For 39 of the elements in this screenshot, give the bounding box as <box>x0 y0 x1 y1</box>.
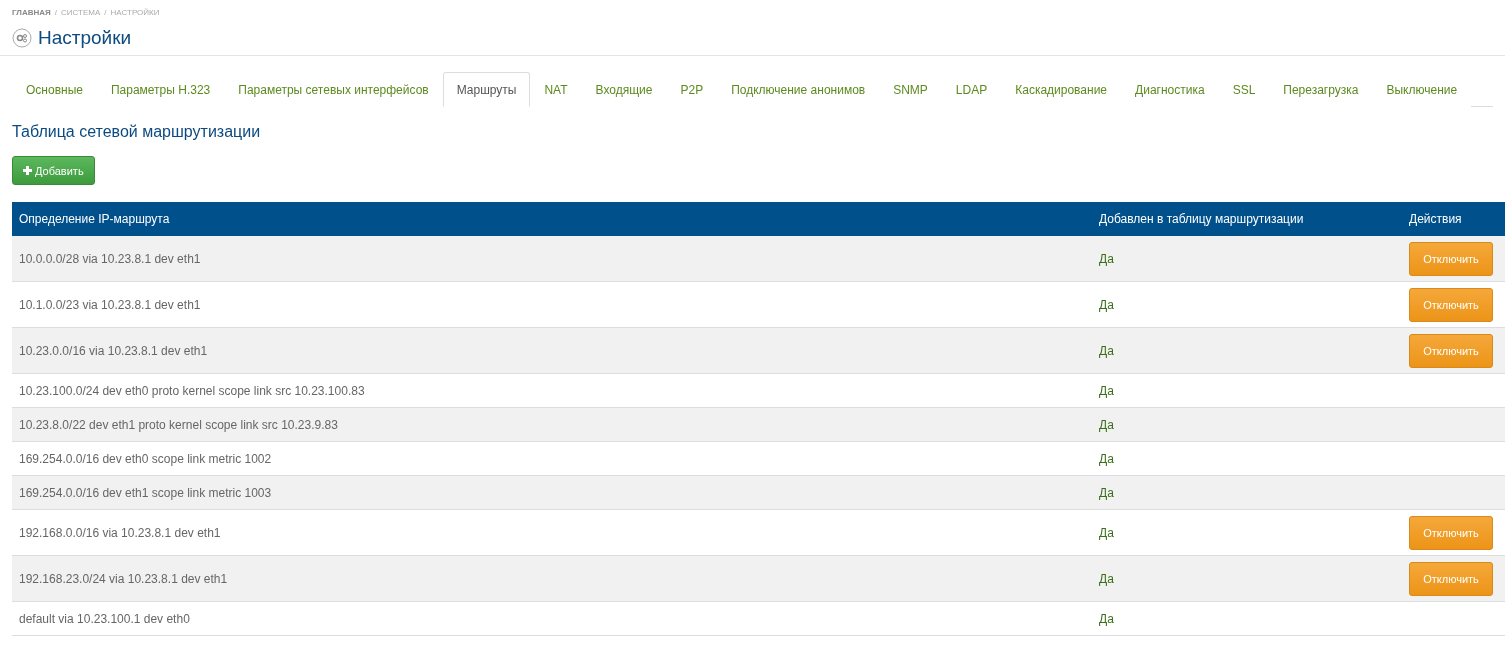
disable-button[interactable]: Отключить <box>1409 287 1493 322</box>
breadcrumb-link[interactable]: ГЛАВНАЯ <box>12 8 51 17</box>
table-cell: default via 10.23.100.1 dev eth0 <box>12 601 1092 636</box>
table-cell: 169.254.0.0/16 dev eth0 scope link metric 1002 <box>12 441 1092 476</box>
page-title: Настройки <box>38 27 132 49</box>
breadcrumb-separator: / <box>104 8 107 17</box>
table-cell: 10.0.0.0/28 via 10.23.8.1 dev eth1 <box>12 236 1092 282</box>
column-header: Определение IP-маршрута <box>12 202 1092 236</box>
table-cell: Да <box>1092 236 1402 282</box>
table-cell: Да <box>1092 373 1402 408</box>
table-cell: 10.23.100.0/24 dev eth0 proto kernel scope link src 10.23.100.83 <box>12 373 1092 408</box>
table-cell: Да <box>1092 509 1402 556</box>
table-cell: 10.23.8.0/22 dev eth1 proto kernel scope link src 10.23.9.83 <box>12 407 1092 442</box>
tab[interactable]: Маршруты <box>442 72 531 107</box>
table-cell: Да <box>1092 475 1402 510</box>
breadcrumb-link[interactable]: СИСТЕМА <box>61 8 101 17</box>
table-cell: Да <box>1092 555 1402 602</box>
table-cell: Да <box>1092 601 1402 636</box>
disable-button[interactable]: Отключить <box>1409 561 1493 596</box>
breadcrumb-link[interactable]: НАСТРОЙКИ <box>110 8 160 17</box>
table-cell: 10.23.0.0/16 via 10.23.8.1 dev eth1 <box>12 327 1092 374</box>
disable-button[interactable]: Отключить <box>1409 333 1493 368</box>
table-cell: 192.168.0.0/16 via 10.23.8.1 dev eth1 <box>12 509 1092 556</box>
table-cell: 192.168.23.0/24 via 10.23.8.1 dev eth1 <box>12 555 1092 602</box>
table-cell: Да <box>1092 441 1402 476</box>
column-header: Добавлен в таблицу маршрутизации <box>1092 202 1402 236</box>
disable-button[interactable]: Отключить <box>1409 515 1493 550</box>
table-cell: 10.1.0.0/23 via 10.23.8.1 dev eth1 <box>12 281 1092 328</box>
table-cell: Да <box>1092 281 1402 328</box>
table-cell: 169.254.0.0/16 dev eth1 scope link metric 1003 <box>12 475 1092 510</box>
table-cell: Да <box>1092 407 1402 442</box>
plus-icon <box>23 166 32 175</box>
disable-button[interactable]: Отключить <box>1409 241 1493 276</box>
column-header: Действия <box>1402 202 1505 236</box>
section-title: Таблица сетевой маршрутизации <box>12 123 262 141</box>
breadcrumb-separator: / <box>54 8 58 17</box>
add-button[interactable]: Добавить <box>12 156 95 185</box>
gears-icon <box>12 28 32 48</box>
table-cell: Да <box>1092 327 1402 374</box>
